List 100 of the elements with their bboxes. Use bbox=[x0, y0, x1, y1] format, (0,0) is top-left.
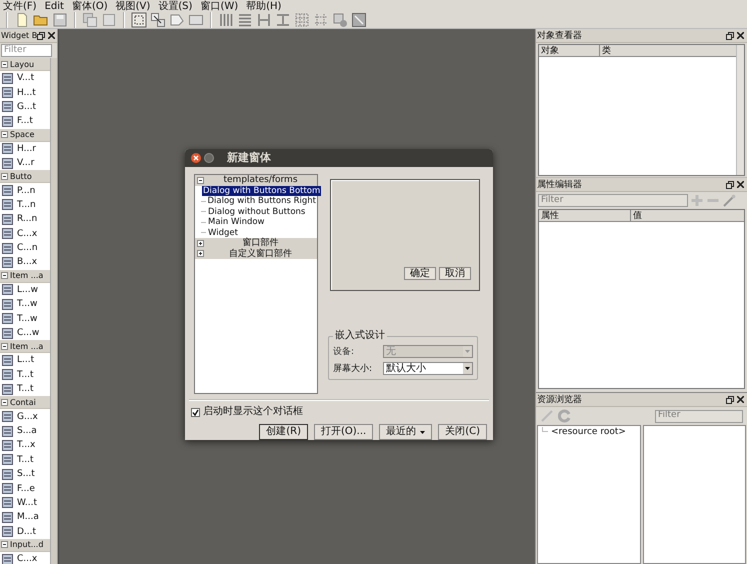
palette-entry[interactable]: V...r bbox=[0, 156, 50, 170]
horizontal-splitter-icon[interactable] bbox=[256, 12, 272, 28]
palette-entry[interactable]: G...t bbox=[0, 100, 50, 114]
collapse-icon[interactable] bbox=[1, 398, 8, 406]
close-icon[interactable] bbox=[48, 32, 56, 39]
palette-entry[interactable]: P...n bbox=[0, 183, 50, 198]
palette-entry[interactable]: C...w bbox=[0, 326, 50, 340]
scrollbar[interactable] bbox=[736, 45, 744, 175]
filter-field[interactable]: Filter bbox=[655, 410, 743, 422]
palette-entry[interactable]: D...t bbox=[0, 524, 50, 539]
palette-entry[interactable]: T...w bbox=[0, 297, 50, 312]
widget-icon bbox=[2, 185, 13, 196]
break-layout-icon[interactable] bbox=[332, 12, 348, 28]
menu-item[interactable]: 窗口(W) bbox=[200, 1, 238, 12]
float-icon[interactable] bbox=[726, 396, 734, 404]
dialog-button[interactable]: 打开(O)... bbox=[314, 424, 374, 440]
palette-entry[interactable]: F...e bbox=[0, 481, 50, 496]
adjust-size-icon[interactable] bbox=[351, 12, 367, 28]
collapse-icon[interactable] bbox=[1, 342, 8, 350]
template-item[interactable]: Dialog with Buttons Right bbox=[206, 196, 317, 206]
menu-item[interactable]: 设置(S) bbox=[158, 1, 192, 12]
menu-item[interactable]: 帮助(H) bbox=[246, 1, 282, 12]
close-icon[interactable] bbox=[737, 32, 744, 39]
check-icon bbox=[192, 408, 199, 416]
checkbox-label: 启动时显示这个对话框 bbox=[203, 406, 303, 418]
tree-item[interactable]: <resource root> bbox=[551, 427, 626, 437]
template-item[interactable]: Dialog with Buttons Bottom bbox=[202, 186, 322, 196]
palette-entry[interactable]: L...w bbox=[0, 282, 50, 298]
category-header[interactable]: Item ...a bbox=[0, 340, 50, 354]
float-icon[interactable] bbox=[37, 32, 46, 40]
tree-group-header[interactable]: templates/forms bbox=[195, 175, 317, 186]
palette-entry[interactable]: M...a bbox=[0, 510, 50, 525]
palette-entry[interactable]: C...x bbox=[0, 226, 50, 241]
dialog-button[interactable]: 最近的 bbox=[379, 424, 432, 440]
collapse-icon[interactable] bbox=[197, 176, 204, 184]
palette-entry[interactable]: B...x bbox=[0, 255, 50, 270]
collapse-icon[interactable] bbox=[1, 272, 8, 280]
scrollbar[interactable] bbox=[50, 58, 57, 564]
template-item[interactable]: Widget bbox=[207, 228, 239, 238]
category-header[interactable]: Contai bbox=[0, 396, 50, 410]
dialog-button[interactable]: 创建(R) bbox=[259, 424, 308, 440]
close-icon[interactable] bbox=[737, 396, 744, 403]
palette-entry[interactable]: T...t bbox=[0, 382, 50, 396]
palette-entry[interactable]: S...t bbox=[0, 466, 50, 482]
palette-entry[interactable]: T...t bbox=[0, 368, 50, 382]
tree-group-header[interactable]: 自定义窗口部件 bbox=[195, 248, 317, 259]
filter-field[interactable]: Filter bbox=[1, 44, 52, 57]
palette-entry[interactable]: H...r bbox=[0, 142, 50, 156]
template-item[interactable]: Main Window bbox=[207, 217, 266, 228]
filter-field[interactable]: Filter bbox=[538, 194, 688, 207]
category-header[interactable]: Item ...a bbox=[0, 270, 50, 283]
palette-entry[interactable]: T...n bbox=[0, 198, 50, 212]
collapse-icon[interactable] bbox=[1, 131, 8, 138]
palette-entry[interactable]: R...n bbox=[0, 212, 50, 227]
group-title: 嵌入式设计 bbox=[333, 330, 387, 342]
palette-entry[interactable]: T...w bbox=[0, 311, 50, 326]
palette-entry[interactable]: C...n bbox=[0, 240, 50, 256]
template-item[interactable]: Dialog without Buttons bbox=[207, 206, 306, 217]
menu-item[interactable]: 窗体(O) bbox=[72, 1, 108, 12]
palette-entry[interactable]: V...t bbox=[0, 71, 50, 86]
combo-box[interactable]: 默认大小 bbox=[383, 362, 473, 375]
palette-entry[interactable]: S...a bbox=[0, 424, 50, 438]
columns-icon[interactable] bbox=[218, 12, 234, 28]
palette-entry[interactable]: C...x bbox=[0, 552, 50, 564]
checkbox[interactable] bbox=[191, 408, 200, 416]
category-header[interactable]: Layou bbox=[0, 58, 50, 71]
rows-icon[interactable] bbox=[237, 12, 253, 28]
category-header[interactable]: Butto bbox=[0, 170, 50, 184]
dialog-button[interactable]: 关闭(C) bbox=[438, 424, 487, 440]
dock-title: Widget B bbox=[0, 30, 38, 42]
collapse-icon[interactable] bbox=[1, 60, 8, 68]
widget-icon bbox=[2, 483, 13, 494]
form-grid-icon[interactable] bbox=[313, 12, 329, 28]
category-header[interactable]: Input...d bbox=[0, 538, 50, 552]
tree-group-header[interactable]: 窗口部件 bbox=[195, 238, 317, 248]
close-icon[interactable] bbox=[191, 153, 201, 163]
palette-entry[interactable]: W...t bbox=[0, 496, 50, 510]
expand-icon[interactable] bbox=[197, 250, 204, 258]
menu-item[interactable]: 文件(F) bbox=[3, 1, 37, 12]
widget-edit-icon[interactable] bbox=[131, 12, 147, 28]
collapse-icon[interactable] bbox=[1, 172, 8, 180]
widget-icon bbox=[2, 369, 13, 380]
menu-item[interactable]: Edit bbox=[44, 1, 64, 12]
grid-icon[interactable] bbox=[294, 12, 310, 28]
palette-entry[interactable]: T...t bbox=[0, 452, 50, 467]
collapse-icon[interactable] bbox=[1, 541, 8, 548]
vertical-splitter-icon[interactable] bbox=[275, 12, 291, 28]
float-icon[interactable] bbox=[726, 180, 734, 188]
palette-entry[interactable]: H...t bbox=[0, 85, 50, 100]
widget-icon bbox=[2, 116, 13, 127]
menu-item[interactable]: 视图(V) bbox=[116, 1, 150, 12]
palette-entry[interactable]: G...x bbox=[0, 409, 50, 424]
palette-entry[interactable]: T...x bbox=[0, 438, 50, 453]
category-header[interactable]: Space bbox=[0, 128, 50, 142]
float-icon[interactable] bbox=[726, 32, 734, 40]
widget-icon bbox=[2, 440, 13, 451]
palette-entry[interactable]: F...t bbox=[0, 114, 50, 129]
close-icon[interactable] bbox=[737, 181, 744, 188]
expand-icon[interactable] bbox=[197, 240, 204, 247]
palette-entry[interactable]: L...t bbox=[0, 353, 50, 368]
